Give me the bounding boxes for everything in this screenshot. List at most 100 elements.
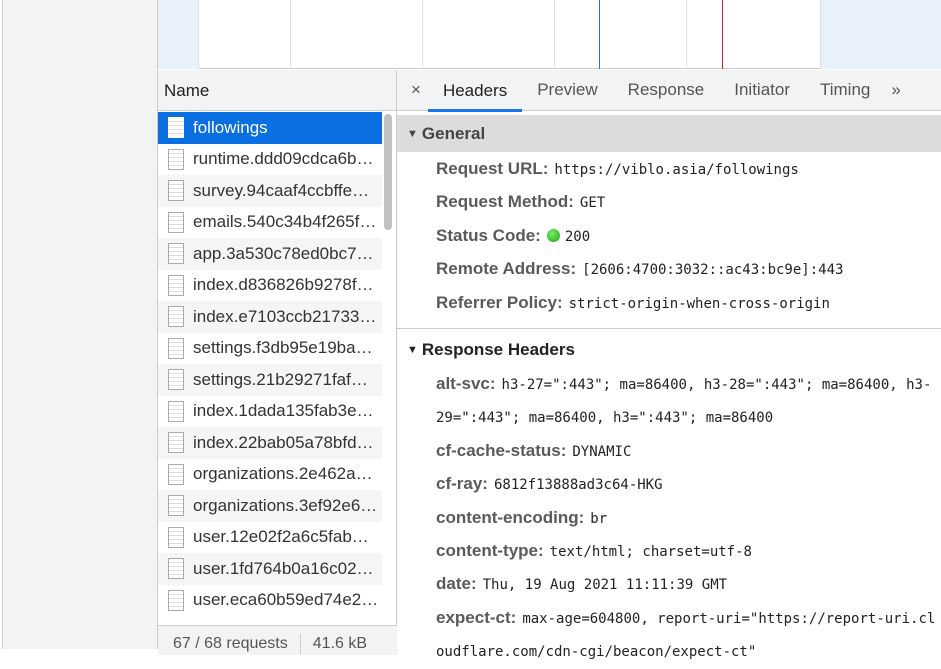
document-icon bbox=[168, 526, 184, 548]
header-value: DYNAMIC bbox=[572, 443, 632, 460]
details-tabbar: × Headers Preview Response Initiator Tim… bbox=[397, 70, 941, 112]
request-row[interactable]: user.1fd764b0a16c02… bbox=[158, 553, 382, 585]
header-value: GET bbox=[579, 195, 606, 212]
request-row[interactable]: emails.540c34b4f265f… bbox=[158, 207, 382, 239]
request-row[interactable]: runtime.ddd09cdca6b… bbox=[158, 144, 382, 176]
request-row[interactable]: user.eca60b59ed74e2… bbox=[158, 585, 382, 617]
header-name: alt-svc: bbox=[436, 374, 496, 394]
tab-preview[interactable]: Preview bbox=[522, 70, 612, 110]
header-row: date: Thu, 19 Aug 2021 11:11:39 GMT bbox=[397, 568, 941, 601]
tab-response[interactable]: Response bbox=[613, 70, 720, 110]
header-row: content-type: text/html; charset=utf-8 bbox=[397, 535, 941, 568]
request-name: index.1dada135fab3e… bbox=[193, 401, 374, 421]
tab-timing[interactable]: Timing bbox=[805, 70, 885, 110]
request-row[interactable]: app.3a530c78ed0bc7… bbox=[158, 238, 382, 270]
request-row[interactable]: user.12e02f2a6c5fab… bbox=[158, 522, 382, 554]
request-name: app.3a530c78ed0bc7… bbox=[193, 243, 374, 263]
divider bbox=[397, 328, 941, 330]
header-value: [2606:4700:3032::ac43:bc9e]:443 bbox=[582, 262, 844, 279]
overview-gridline bbox=[290, 0, 291, 69]
name-column-header[interactable]: Name bbox=[158, 70, 396, 111]
request-name: runtime.ddd09cdca6b… bbox=[193, 149, 374, 169]
header-row: alt-svc: h3-27=":443"; ma=86400, h3-28=":… bbox=[397, 368, 941, 435]
request-row[interactable]: index.1dada135fab3e… bbox=[158, 396, 382, 428]
request-name: user.1fd764b0a16c02… bbox=[193, 558, 374, 578]
header-value: br bbox=[590, 510, 608, 527]
document-icon bbox=[168, 211, 184, 233]
dom-content-loaded-line bbox=[599, 0, 600, 69]
header-name: cf-ray: bbox=[436, 474, 488, 494]
overview-gridline bbox=[198, 0, 199, 69]
request-row[interactable]: followings bbox=[158, 112, 382, 144]
general-section: Request URL: https://viblo.asia/following… bbox=[397, 152, 941, 320]
status-ok-icon bbox=[546, 228, 560, 242]
request-name: index.e7103ccb21733… bbox=[193, 306, 377, 326]
overview-gridline bbox=[422, 0, 423, 69]
header-name: content-type: bbox=[436, 541, 544, 561]
general-section-title: General bbox=[421, 124, 486, 143]
request-list-panel: Name followings runtime.ddd09cdca6b… surve… bbox=[157, 70, 398, 655]
request-list-scrollbar[interactable] bbox=[384, 114, 392, 230]
request-count: 67 / 68 requests bbox=[173, 635, 288, 653]
request-name: user.12e02f2a6c5fab… bbox=[193, 527, 369, 547]
request-row[interactable]: organizations.3ef92e6… bbox=[158, 490, 382, 522]
document-icon bbox=[168, 589, 184, 611]
request-name: survey.94caaf4ccbffe… bbox=[193, 180, 370, 200]
general-section-toggle[interactable]: ▼ General bbox=[397, 115, 941, 152]
header-row: expect-ct: max-age=604800, report-uri="ht… bbox=[397, 602, 941, 669]
response-headers-toggle[interactable]: ▼ Response Headers bbox=[397, 331, 941, 368]
header-name: content-encoding: bbox=[436, 507, 585, 527]
request-row[interactable]: settings.f3db95e19ba… bbox=[158, 333, 382, 365]
header-value: Thu, 19 Aug 2021 11:11:39 GMT bbox=[482, 577, 728, 594]
header-name: Referrer Policy: bbox=[436, 292, 563, 312]
header-value: h3-27=":443"; ma=86400, h3-28=":443"; ma… bbox=[436, 377, 932, 427]
header-row: Request Method: GET bbox=[397, 186, 941, 219]
header-name: cf-cache-status: bbox=[436, 440, 567, 460]
header-name: Request URL: bbox=[436, 159, 549, 178]
header-value: 200 bbox=[564, 228, 591, 245]
overview-selection-shade-left bbox=[158, 0, 198, 69]
request-name: index.22bab05a78bfd… bbox=[193, 432, 374, 452]
document-icon bbox=[168, 306, 184, 328]
overview-gridline bbox=[554, 0, 555, 69]
header-row: content-encoding: br bbox=[397, 502, 941, 535]
header-value: https://viblo.asia/followings bbox=[554, 162, 799, 178]
document-icon bbox=[168, 180, 184, 202]
transfer-size: 41.6 kB bbox=[312, 635, 368, 653]
header-name: Status Code: bbox=[436, 225, 541, 245]
header-name: Request Method: bbox=[436, 192, 574, 212]
document-icon bbox=[168, 369, 184, 391]
request-row[interactable]: index.e7103ccb21733… bbox=[158, 301, 382, 333]
request-row[interactable]: organizations.2e462a… bbox=[158, 459, 382, 491]
document-icon bbox=[168, 274, 184, 296]
triangle-down-icon: ▼ bbox=[407, 344, 418, 357]
overview-gridline bbox=[820, 0, 821, 69]
overview-selection-shade-right bbox=[821, 0, 941, 69]
status-bar: 67 / 68 requests 41.6 kB bbox=[158, 625, 398, 655]
request-row[interactable]: index.22bab05a78bfd… bbox=[158, 427, 382, 459]
more-tabs-icon[interactable]: » bbox=[885, 70, 906, 110]
load-event-line bbox=[722, 0, 723, 69]
request-name: emails.540c34b4f265f… bbox=[193, 212, 377, 232]
header-row: Referrer Policy: strict-origin-when-cross… bbox=[397, 287, 941, 320]
document-icon bbox=[168, 495, 184, 517]
divider bbox=[299, 634, 301, 654]
tab-initiator[interactable]: Initiator bbox=[719, 70, 805, 110]
header-value: 6812f13888ad3c64-HKG bbox=[493, 477, 663, 494]
network-overview-timeline[interactable] bbox=[157, 0, 941, 69]
header-row: Remote Address: [2606:4700:3032::ac43:bc9… bbox=[397, 253, 941, 286]
request-name: user.eca60b59ed74e2… bbox=[193, 590, 379, 610]
close-icon[interactable]: × bbox=[397, 80, 428, 100]
request-row[interactable]: settings.21b29271faf… bbox=[158, 364, 382, 396]
tab-headers[interactable]: Headers bbox=[427, 72, 523, 112]
header-row: cf-ray: 6812f13888ad3c64-HKG bbox=[397, 468, 941, 501]
request-name: organizations.2e462a… bbox=[193, 464, 373, 484]
request-row[interactable]: index.d836826b9278f… bbox=[158, 270, 382, 302]
request-row[interactable]: survey.94caaf4ccbffe… bbox=[158, 175, 382, 207]
header-row: Request URL: https://viblo.asia/following… bbox=[397, 153, 941, 186]
header-name: expect-ct: bbox=[436, 607, 517, 627]
response-headers-title: Response Headers bbox=[421, 340, 575, 360]
header-name: Remote Address: bbox=[436, 259, 577, 279]
request-name: settings.f3db95e19ba… bbox=[193, 338, 373, 358]
document-icon bbox=[168, 148, 184, 170]
